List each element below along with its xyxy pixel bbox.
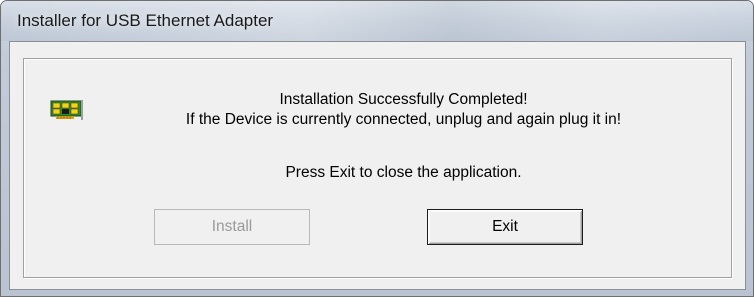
replug-instruction: If the Device is currently connected, un… bbox=[185, 111, 622, 128]
window-title: Installer for USB Ethernet Adapter bbox=[17, 11, 274, 30]
exit-instruction: Press Exit to close the application. bbox=[285, 164, 522, 181]
installer-window: Installer for USB Ethernet Adapter Insta… bbox=[0, 0, 754, 297]
success-message: Installation Successfully Completed! bbox=[279, 91, 528, 108]
exit-button[interactable]: Exit bbox=[427, 209, 583, 245]
title-bar[interactable]: Installer for USB Ethernet Adapter bbox=[1, 1, 753, 41]
dialog-client-area: Installation Successfully Completed! If … bbox=[9, 41, 746, 290]
install-button[interactable]: Install bbox=[154, 209, 310, 245]
